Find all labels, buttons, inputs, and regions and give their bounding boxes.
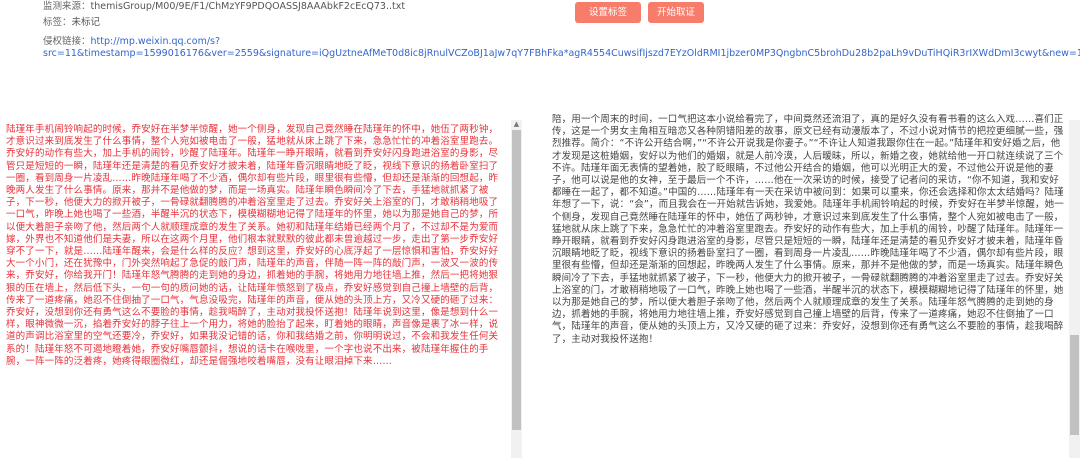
infringing-link[interactable]: http://mp.weixin.qq.com/s?src=11&timesta… [43, 36, 1080, 59]
infringing-link-label: 侵权链接： [43, 36, 91, 47]
left-scroll-thumb[interactable] [512, 130, 521, 430]
infringing-link-line: 侵权链接：http://mp.weixin.qq.com/s?src=11&ti… [43, 36, 1080, 60]
left-scrollbar[interactable]: ▲ [511, 120, 522, 458]
left-scroll-up-icon[interactable]: ▲ [512, 120, 521, 129]
right-scrollbar[interactable] [1069, 120, 1080, 458]
tag-value: 未标记 [71, 17, 101, 28]
right-scroll-thumb[interactable] [1070, 335, 1079, 435]
source-path-label: 监测来源： [43, 1, 91, 12]
right-text-content: 陪，用一个周末的时间，一口气把这本小说给看完了，中间竟然还流泪了，真的是好久没有… [552, 114, 1064, 345]
tag-label: 标签： [43, 17, 72, 28]
right-text-pane[interactable]: 陪，用一个周末的时间，一口气把这本小说给看完了，中间竟然还流泪了，真的是好久没有… [552, 114, 1080, 458]
set-tag-button[interactable]: 设置标签 [575, 2, 641, 23]
source-meta: 监测来源：themisGroup/M00/9E/F1/ChMzYF9PDQOAS… [0, 0, 1080, 120]
source-path-value: themisGroup/M00/9E/F1/ChMzYF9PDQOASSJ8AA… [90, 1, 406, 12]
tag-line: 标签：未标记 [43, 17, 100, 29]
start-evidence-button[interactable]: 开始取证 [648, 2, 704, 23]
source-path-line: 监测来源：themisGroup/M00/9E/F1/ChMzYF9PDQOAS… [43, 1, 405, 13]
left-text-pane[interactable]: 陆瑾年手机闹铃响起的时候，乔安好在半梦半惊醒，她一个侧身，发现自己竟然睡在陆瑾年… [0, 114, 524, 458]
left-text-content: 陆瑾年手机闹铃响起的时候，乔安好在半梦半惊醒，她一个侧身，发现自己竟然睡在陆瑾年… [6, 124, 499, 367]
